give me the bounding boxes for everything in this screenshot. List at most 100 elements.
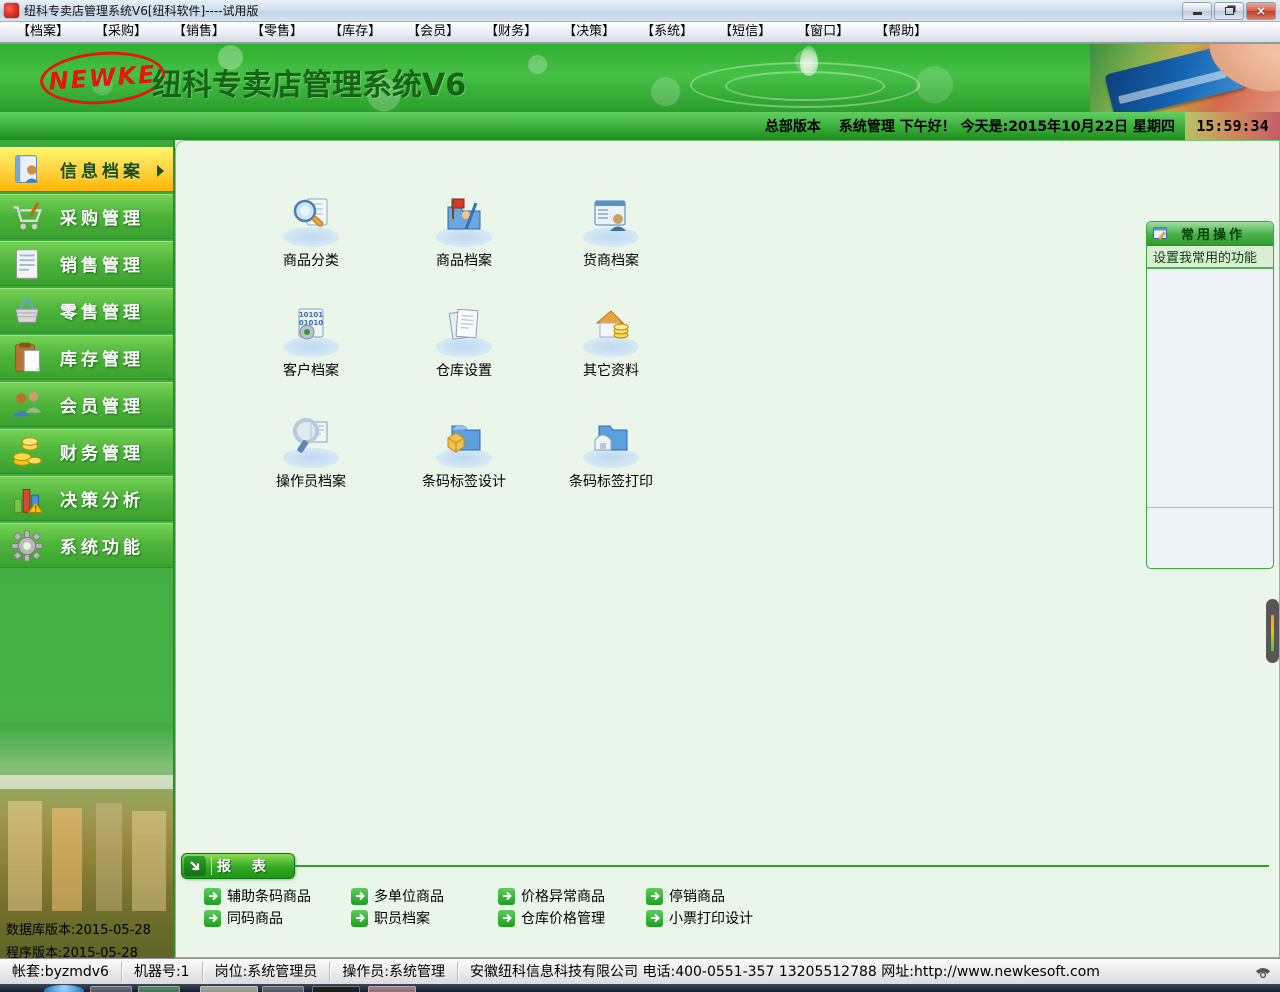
sidebar-item-label: 财务管理 [60, 439, 144, 464]
sidebar-item-decision[interactable]: ! 决策分析 [0, 476, 173, 521]
menu-help[interactable]: 【帮助】 [862, 22, 940, 42]
menu-finance[interactable]: 【财务】 [472, 22, 550, 42]
restore-button[interactable] [1214, 2, 1244, 20]
sidebar-item-label: 采购管理 [60, 204, 144, 229]
credit-card-photo [1090, 44, 1280, 112]
report-link-warehouse-price[interactable]: 仓库价格管理 [498, 908, 605, 928]
grid-item-label: 其它资料 [551, 360, 671, 380]
report-link-aux-barcode[interactable]: 辅助条码商品 [204, 886, 311, 906]
start-button[interactable] [44, 985, 84, 992]
status-company: 安徽纽科信息科技有限公司 电话:400-0551-357 13205512788… [458, 962, 1112, 982]
window-person-icon [587, 193, 635, 241]
close-button[interactable]: × [1246, 2, 1276, 20]
sidebar-item-sales[interactable]: 销售管理 [0, 241, 173, 286]
sidebar-item-label: 决策分析 [60, 486, 144, 511]
sidebar-item-label: 零售管理 [60, 298, 144, 323]
clock-text: 15:59:34 [1196, 117, 1268, 135]
arrow-right-icon [351, 888, 368, 905]
setup-favorites-item[interactable]: 设置我常用的功能 [1147, 246, 1273, 269]
title-bar: 纽科专卖店管理系统V6[纽科软件]----试用版 × [0, 0, 1280, 22]
clock-box: 15:59:34 [1185, 112, 1280, 140]
grid-item-warehouse-settings[interactable]: 仓库设置 [404, 303, 524, 380]
minimize-button[interactable] [1182, 2, 1212, 20]
scrollbar-thumb[interactable] [1266, 599, 1279, 663]
report-link-price-abnormal[interactable]: 价格异常商品 [498, 886, 605, 906]
reports-title: 报 表 [217, 856, 274, 876]
binary-gear-icon: 10101 01010 [287, 303, 335, 351]
svg-text:!: ! [34, 504, 37, 513]
db-version-text: 数据库版本:2015-05-28 [6, 919, 151, 938]
status-machine: 机器号:1 [122, 962, 203, 982]
sidebar: 信息档案 采购管理 销售管理 零售管理 [0, 140, 175, 958]
arrow-down-right-icon [189, 860, 201, 872]
coins-icon [8, 433, 46, 471]
sidebar-item-members[interactable]: 会员管理 [0, 382, 173, 427]
grid-item-label: 货商档案 [551, 250, 671, 270]
chevron-right-icon [157, 165, 164, 177]
sidebar-item-label: 库存管理 [60, 345, 144, 370]
report-link-multi-unit[interactable]: 多单位商品 [351, 886, 444, 906]
menu-decision[interactable]: 【决策】 [550, 22, 628, 42]
grid-item-customer-archive[interactable]: 10101 01010 客户档案 [251, 303, 371, 380]
banner-title: 纽科专卖店管理系统V6 [152, 60, 466, 104]
menu-inventory[interactable]: 【库存】 [316, 22, 394, 42]
arrow-right-icon [498, 910, 515, 927]
taskbar-item[interactable] [312, 986, 360, 992]
menu-members[interactable]: 【会员】 [394, 22, 472, 42]
menu-bar: 【档案】 【采购】 【销售】 【零售】 【库存】 【会员】 【财务】 【决策】 … [0, 22, 1280, 44]
search-document-icon [287, 193, 335, 241]
menu-retail[interactable]: 【零售】 [238, 22, 316, 42]
arrow-right-icon [204, 910, 221, 927]
menu-sms[interactable]: 【短信】 [706, 22, 784, 42]
grid-item-barcode-design[interactable]: 条码标签设计 [404, 414, 524, 491]
sidebar-item-finance[interactable]: 财务管理 [0, 429, 173, 474]
taskbar-item[interactable] [138, 986, 180, 992]
grid-item-operator-archive[interactable]: 操作员档案 [251, 414, 371, 491]
water-ripple [725, 71, 885, 101]
grid-item-product-archive[interactable]: 商品档案 [404, 193, 524, 270]
phone-icon [1254, 964, 1272, 980]
report-link-same-code[interactable]: 同码商品 [204, 908, 283, 928]
menu-purchase[interactable]: 【采购】 [82, 22, 160, 42]
sidebar-item-inventory[interactable]: 库存管理 [0, 335, 173, 380]
taskbar-item-ftp[interactable] [200, 986, 258, 992]
report-link-staff-archive[interactable]: 职员档案 [351, 908, 430, 928]
grid-item-label: 商品分类 [251, 250, 371, 270]
sidebar-item-label: 会员管理 [60, 392, 144, 417]
taskbar-item[interactable] [90, 986, 132, 992]
notebook-person-icon [8, 151, 46, 189]
basket-icon [8, 292, 46, 330]
app-window: 纽科专卖店管理系统V6[纽科软件]----试用版 × 【档案】 【采购】 【销售… [0, 0, 1280, 992]
menu-system[interactable]: 【系统】 [628, 22, 706, 42]
svg-text:10101: 10101 [299, 311, 323, 319]
sidebar-item-purchase[interactable]: 采购管理 [0, 194, 173, 239]
document-icon [8, 245, 46, 283]
quick-panel-title: 常用操作 [1181, 224, 1245, 243]
grid-item-other-data[interactable]: 其它资料 [551, 303, 671, 380]
status-operator: 操作员:系统管理 [330, 962, 458, 982]
menu-archives[interactable]: 【档案】 [4, 22, 82, 42]
menu-sales[interactable]: 【销售】 [160, 22, 238, 42]
report-link-discontinued[interactable]: 停销商品 [646, 886, 725, 906]
sidebar-item-label: 销售管理 [60, 251, 144, 276]
arrow-right-icon [646, 888, 663, 905]
banner: NEWKE 纽科专卖店管理系统V6 [0, 44, 1280, 112]
grid-item-supplier-archive[interactable]: 货商档案 [551, 193, 671, 270]
report-link-receipt-design[interactable]: 小票打印设计 [646, 908, 753, 928]
sidebar-item-system[interactable]: 系统功能 [0, 523, 173, 568]
cart-icon [8, 198, 46, 236]
info-strip: 总部版本 系统管理 下午好！ 今天是:2015年10月22日 星期四 15:59… [0, 112, 1280, 140]
quick-panel-header: 常用操作 [1147, 222, 1273, 246]
grid-item-barcode-print[interactable]: 条码标签打印 [551, 414, 671, 491]
magnifier-page-icon [287, 414, 335, 462]
reports-tab[interactable]: 报 表 [181, 853, 295, 879]
gear-icon [8, 527, 46, 565]
taskbar-item[interactable] [262, 986, 304, 992]
sidebar-item-info-archives[interactable]: 信息档案 [0, 147, 173, 192]
people-icon [8, 386, 46, 424]
taskbar-item[interactable] [368, 986, 416, 992]
arrow-right-icon [204, 888, 221, 905]
menu-window[interactable]: 【窗口】 [784, 22, 862, 42]
sidebar-item-retail[interactable]: 零售管理 [0, 288, 173, 333]
grid-item-product-category[interactable]: 商品分类 [251, 193, 371, 270]
